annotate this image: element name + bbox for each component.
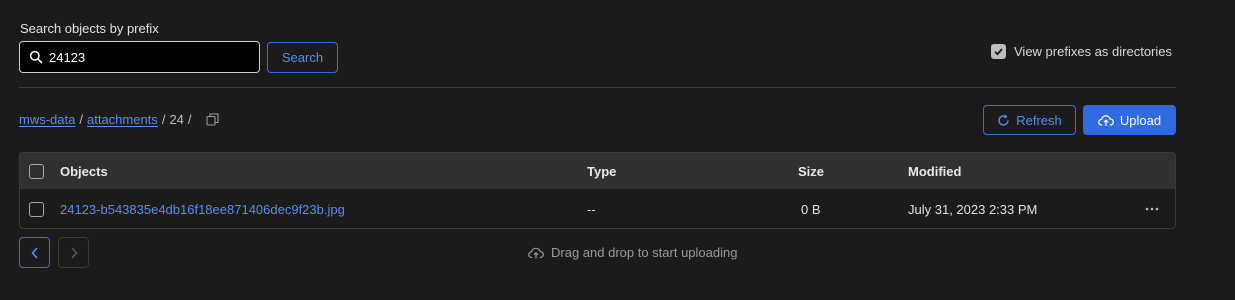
view-prefixes-label: View prefixes as directories [1014, 44, 1172, 59]
table-header: Objects Type Size Modified [20, 153, 1175, 189]
cloud-upload-icon [1098, 114, 1114, 127]
column-header-type[interactable]: Type [587, 164, 616, 179]
chevron-right-icon [70, 246, 78, 259]
object-link[interactable]: 24123-b543835e4db16f18ee871406dec9f23b.j… [60, 202, 345, 217]
breadcrumb-item-folder[interactable]: attachments [87, 112, 158, 127]
row-checkbox[interactable] [29, 201, 44, 217]
search-button[interactable]: Search [267, 42, 338, 73]
breadcrumb-item-current: 24 [169, 112, 184, 127]
more-horizontal-icon[interactable] [1145, 207, 1159, 211]
copy-icon[interactable] [205, 113, 219, 126]
breadcrumb-item-bucket[interactable]: mws-data [19, 112, 75, 127]
next-page-button[interactable] [58, 237, 89, 268]
breadcrumb-separator: / [161, 112, 166, 127]
column-header-size[interactable]: Size [798, 164, 824, 179]
breadcrumb: mws-data / attachments / 24 / [19, 112, 219, 127]
column-header-objects[interactable]: Objects [60, 164, 108, 179]
column-header-modified[interactable]: Modified [908, 164, 961, 179]
breadcrumb-separator: / [187, 112, 192, 127]
view-prefixes-toggle[interactable]: View prefixes as directories [991, 44, 1172, 59]
divider [19, 87, 1176, 88]
drop-hint-text: Drag and drop to start uploading [551, 245, 738, 260]
refresh-label: Refresh [1016, 112, 1062, 128]
search-icon [29, 50, 43, 64]
search-label: Search objects by prefix [20, 21, 159, 36]
previous-page-button[interactable] [19, 237, 50, 268]
breadcrumb-separator: / [79, 112, 83, 127]
refresh-icon [997, 113, 1010, 127]
search-input[interactable]: 24123 [19, 41, 260, 73]
table-row: 24123-b543835e4db16f18ee871406dec9f23b.j… [20, 189, 1175, 228]
checkbox-checked-icon[interactable] [991, 44, 1006, 59]
chevron-left-icon [30, 246, 39, 259]
object-modified: July 31, 2023 2:33 PM [908, 201, 1038, 217]
cloud-icon [528, 247, 544, 259]
refresh-button[interactable]: Refresh [983, 105, 1076, 135]
object-type: -- [587, 201, 596, 217]
upload-label: Upload [1119, 112, 1162, 128]
search-input-value: 24123 [49, 49, 86, 65]
object-size: 0 B [801, 201, 821, 217]
upload-button[interactable]: Upload [1083, 105, 1176, 135]
objects-table: Objects Type Size Modified 24123-b543835… [19, 152, 1176, 229]
drop-zone-hint: Drag and drop to start uploading [528, 245, 737, 260]
select-all-checkbox[interactable] [29, 163, 44, 179]
